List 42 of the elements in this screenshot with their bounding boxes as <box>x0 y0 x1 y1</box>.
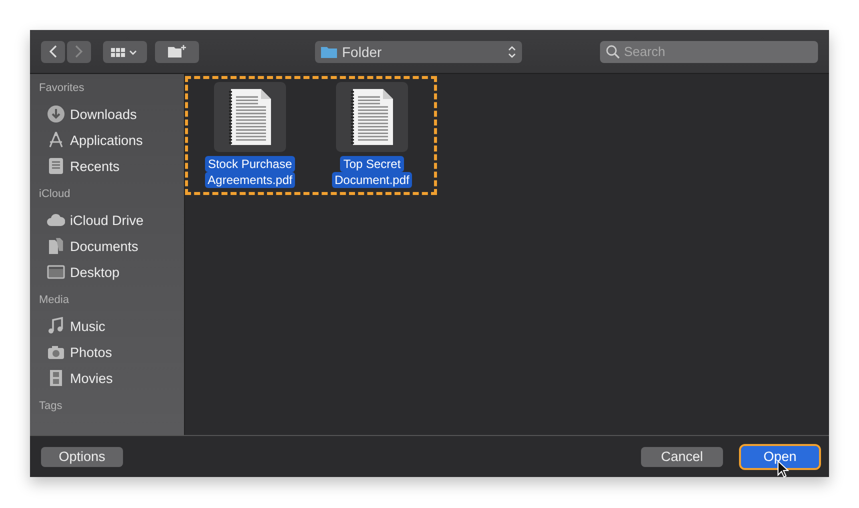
new-folder-button[interactable] <box>155 40 199 62</box>
section-header: iCloud <box>39 188 72 202</box>
sidebar-item[interactable]: Photos <box>39 339 184 365</box>
sidebar-item[interactable]: Downloads <box>39 101 184 127</box>
camera-icon <box>47 343 65 361</box>
file-item[interactable]: Top Secret Document.pdf <box>322 82 422 188</box>
file-item[interactable]: Stock Purchase Agreements.pdf <box>200 82 300 188</box>
cancel-button[interactable]: Cancel <box>641 446 723 466</box>
document-icon <box>349 87 395 147</box>
sidebar-item[interactable]: Music <box>39 313 184 339</box>
download-icon <box>47 105 65 123</box>
chevron-left-icon <box>49 45 57 58</box>
location-dropdown[interactable]: Folder <box>315 40 522 62</box>
tray-icon <box>47 157 65 175</box>
open-button[interactable]: Open <box>741 446 819 468</box>
document-icon <box>227 87 273 147</box>
section-header: Tags <box>39 400 64 414</box>
file-name: Top Secret Document.pdf <box>332 156 412 188</box>
sidebar-item[interactable]: Desktop <box>39 259 184 285</box>
new-folder-icon <box>168 45 186 58</box>
desktop-icon <box>47 263 65 281</box>
sidebar-item[interactable]: Recents <box>39 153 184 179</box>
sidebar-item[interactable]: Movies <box>39 365 184 391</box>
apps-icon <box>47 131 65 149</box>
film-icon <box>47 369 65 387</box>
folder-icon <box>321 46 337 58</box>
section-header: Media <box>39 294 70 308</box>
sidebar-item[interactable]: Applications <box>39 127 184 153</box>
cloud-icon <box>47 211 65 229</box>
view-options-button[interactable] <box>103 40 147 62</box>
stepper-icon <box>508 44 516 58</box>
file-name: Stock Purchase Agreements.pdf <box>204 156 296 188</box>
search-field[interactable]: Search <box>600 40 818 62</box>
section-header: Favorites <box>39 82 86 96</box>
grid-icon <box>111 46 139 58</box>
back-button[interactable] <box>41 40 65 62</box>
chevron-right-icon <box>75 45 83 58</box>
sidebar-item[interactable]: Documents <box>39 233 184 259</box>
documents-icon <box>47 237 65 255</box>
options-button[interactable]: Options <box>41 446 123 466</box>
music-note-icon <box>47 317 65 335</box>
sidebar-item[interactable]: iCloud Drive <box>39 207 184 233</box>
